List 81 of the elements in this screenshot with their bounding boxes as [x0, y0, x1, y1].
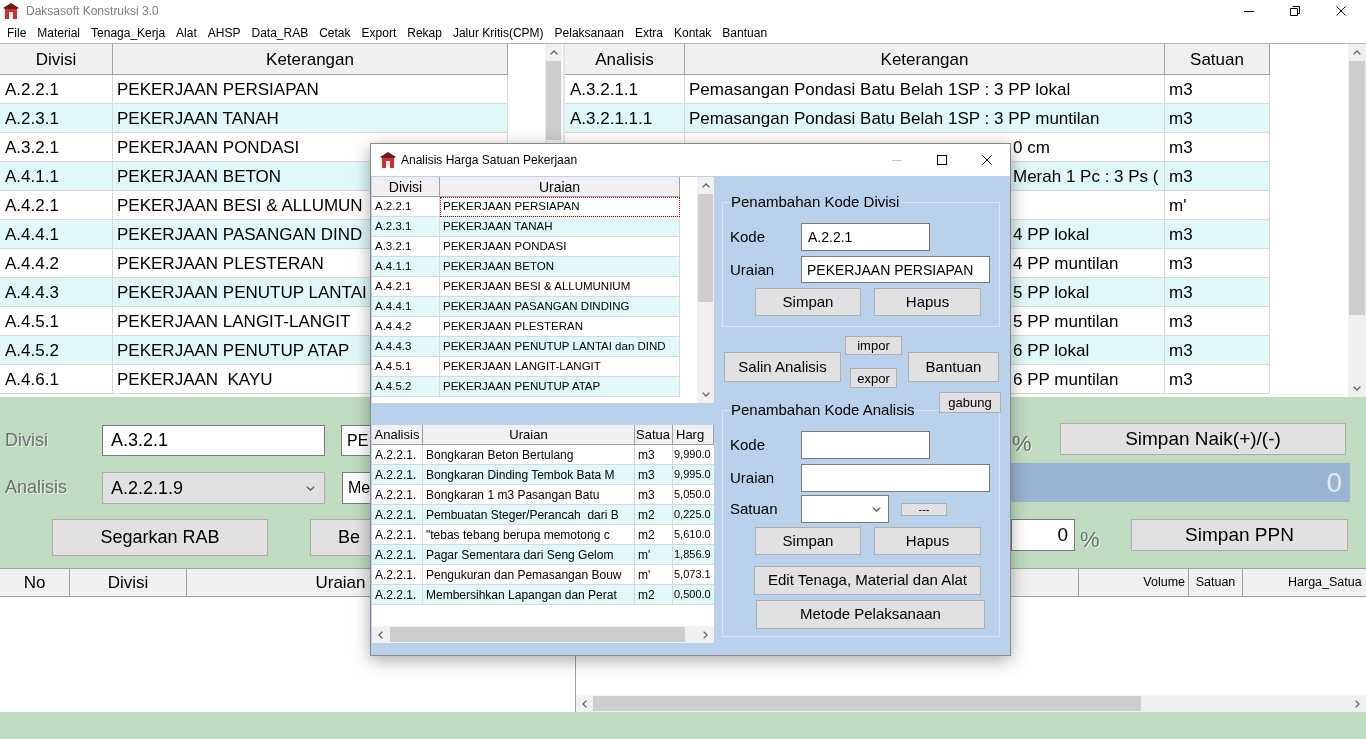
unit-text: m3 [1169, 312, 1193, 330]
unit-text: m3 [1169, 341, 1193, 359]
column-title: Uraian [509, 428, 548, 441]
division-name: PEKERJAAN BETON [117, 167, 282, 185]
column-title: Keterangan [266, 50, 354, 68]
unit-text: m3 [1169, 80, 1193, 98]
division-code: A.2.3.1 [5, 109, 59, 127]
analysis-description: Merah 1 Pc : 3 Ps ( [1013, 167, 1159, 185]
column-title: Uraian [315, 574, 366, 591]
column-title: Satua [636, 428, 670, 441]
analysis-description: Pemasangan Pondasi Batu Belah 1SP : 3 PP muntilan [689, 109, 1100, 127]
analysis-description: 4 PP lokal [1013, 225, 1090, 243]
column-title: No [23, 574, 46, 591]
field-label: Analisis [5, 477, 68, 497]
analysis-description: Pemasangan Pondasi Batu Belah 1SP : 3 PP lokal [689, 80, 1071, 98]
field-label: Divisi [5, 429, 48, 450]
unit-text: m3 [1169, 283, 1193, 301]
window-title: Daksasoft Konstruksi 3.0 [26, 5, 159, 17]
division-code: A.4.6.1 [5, 370, 59, 388]
column-title: Satuan [1195, 576, 1236, 589]
field-label: Uraian [730, 469, 775, 486]
table-cell: A.2.2.1. [372, 585, 423, 605]
analysis-code: A.3.2.1.1.1 [570, 109, 653, 127]
column-title: Harga_Satua [1288, 576, 1362, 589]
division-code: A.4.2.1 [5, 196, 59, 214]
division-name: PEKERJAAN PLESTERAN [117, 254, 324, 272]
table-cell: Membersihkan Lapangan dan Perat [423, 585, 635, 605]
division-name: PEKERJAAN PONDASI [117, 138, 300, 156]
column-title: Satuan [1190, 50, 1244, 68]
division-code: A.3.2.1 [5, 138, 59, 156]
column-title: Uraian [538, 179, 581, 194]
division-name: PEKERJAAN TANAH [117, 109, 279, 127]
division-name: PEKERJAAN KAYU [117, 370, 273, 388]
division-code: A.4.4.1 [5, 225, 59, 243]
analysis-description: 6 PP lokal [1013, 341, 1090, 359]
field-label: Uraian [730, 260, 775, 278]
analysis-description: 5 PP muntilan [1013, 312, 1119, 330]
column-title: Analisis [595, 50, 654, 68]
division-code: A.4.5.2 [5, 341, 59, 359]
column-title: Divisi [388, 179, 423, 194]
analysis-description: 4 PP muntilan [1013, 254, 1119, 272]
table-cell: PEKERJAAN PENUTUP ATAP [440, 377, 680, 397]
group-title: Penambahan Kode Divisi [730, 193, 901, 211]
analysis-description: 6 PP muntilan [1013, 370, 1119, 388]
division-code: A.4.1.1 [5, 167, 59, 185]
division-code: A.2.2.1 [5, 80, 59, 98]
total-display: 0 [1011, 463, 1350, 502]
analysis-description: 0 cm [1013, 138, 1050, 156]
column-title: Divisi [107, 574, 149, 591]
field-label: Kode [730, 228, 766, 245]
analysis-description: 5 PP lokal [1013, 283, 1090, 301]
unit-text: m3 [1169, 138, 1193, 156]
unit-text: m3 [1169, 225, 1193, 243]
division-code: A.4.4.3 [5, 283, 59, 301]
unit-text: m3 [1169, 254, 1193, 272]
unit-text: m' [1169, 196, 1187, 214]
division-name: PEKERJAAN LANGIT-LANGIT [117, 312, 351, 330]
column-title: Volume [1143, 576, 1185, 589]
field-label: Kode [730, 436, 766, 453]
column-title: Keterangan [880, 50, 969, 68]
division-code: A.4.5.1 [5, 312, 59, 330]
division-name: PEKERJAAN PERSIAPAN [117, 80, 319, 98]
division-name: PEKERJAAN PENUTUP LANTAI [117, 283, 367, 301]
table-cell: A.4.5.2 [372, 377, 440, 397]
table-cell: m2 [635, 585, 673, 605]
unit-text: m3 [1169, 109, 1193, 127]
division-name: PEKERJAAN PASANGAN DIND [117, 225, 363, 243]
column-title: Analisis [374, 428, 420, 441]
division-name: PEKERJAAN BESI & ALLUMUN [117, 196, 363, 214]
unit-text: m3 [1169, 370, 1193, 388]
analysis-code: A.3.2.1.1 [570, 80, 639, 98]
field-label: Satuan [730, 500, 778, 517]
column-title: Divisi [35, 50, 77, 68]
column-title: Harg [676, 428, 705, 441]
division-name: PEKERJAAN PENUTUP ATAP [117, 341, 350, 359]
group-title: Penambahan Kode Analisis [730, 401, 916, 419]
division-code: A.4.4.2 [5, 254, 59, 272]
table-cell: 0,500.0 [673, 585, 714, 605]
percent-sign: % [1080, 529, 1100, 551]
percent-sign: % [1012, 433, 1032, 455]
unit-text: m3 [1169, 167, 1193, 185]
